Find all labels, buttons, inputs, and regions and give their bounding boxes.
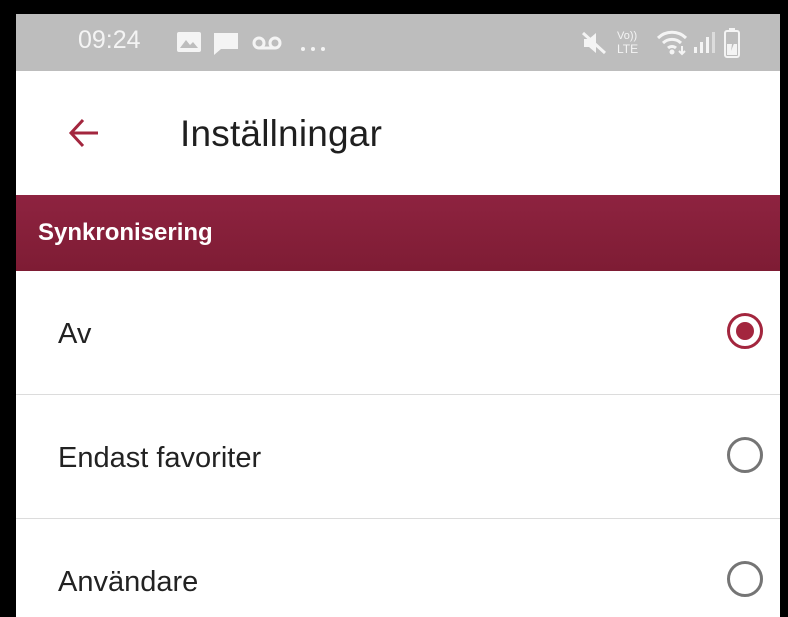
option-label: Användare [58, 566, 199, 598]
radio-dot [736, 322, 754, 340]
option-label: Endast favoriter [58, 442, 262, 474]
arrow-back-icon [68, 118, 98, 148]
section-header: Synkronisering [16, 195, 780, 271]
sync-options-list: Av Endast favoriter Användare [16, 271, 780, 617]
status-bar: 09:24 Vo)) LTE [16, 14, 780, 71]
voicemail-icon [252, 36, 282, 55]
radio-button[interactable] [727, 561, 763, 597]
page-title: Inställningar [180, 113, 383, 154]
status-time: 09:24 [78, 26, 141, 54]
section-label: Synkronisering [38, 219, 213, 246]
option-av[interactable]: Av [16, 271, 780, 395]
wifi-icon [656, 28, 690, 61]
svg-text:LTE: LTE [617, 42, 638, 56]
signal-icon [692, 32, 716, 59]
message-icon [212, 31, 240, 62]
volte-icon: Vo)) LTE [614, 26, 644, 63]
mute-icon [580, 30, 608, 61]
radio-button[interactable] [727, 437, 763, 473]
back-button[interactable] [62, 111, 106, 155]
option-label: Av [58, 318, 92, 350]
phone-screen: 09:24 Vo)) LTE Inställningar Synkroniser… [0, 0, 788, 617]
radio-button-selected[interactable] [727, 313, 763, 349]
battery-icon [724, 28, 740, 63]
image-icon [176, 31, 202, 58]
option-endast-favoriter[interactable]: Endast favoriter [16, 395, 780, 519]
svg-text:Vo)): Vo)) [617, 30, 637, 42]
option-anvandare[interactable]: Användare [16, 519, 780, 617]
more-dots-icon [300, 39, 326, 57]
app-bar: Inställningar [16, 71, 780, 195]
